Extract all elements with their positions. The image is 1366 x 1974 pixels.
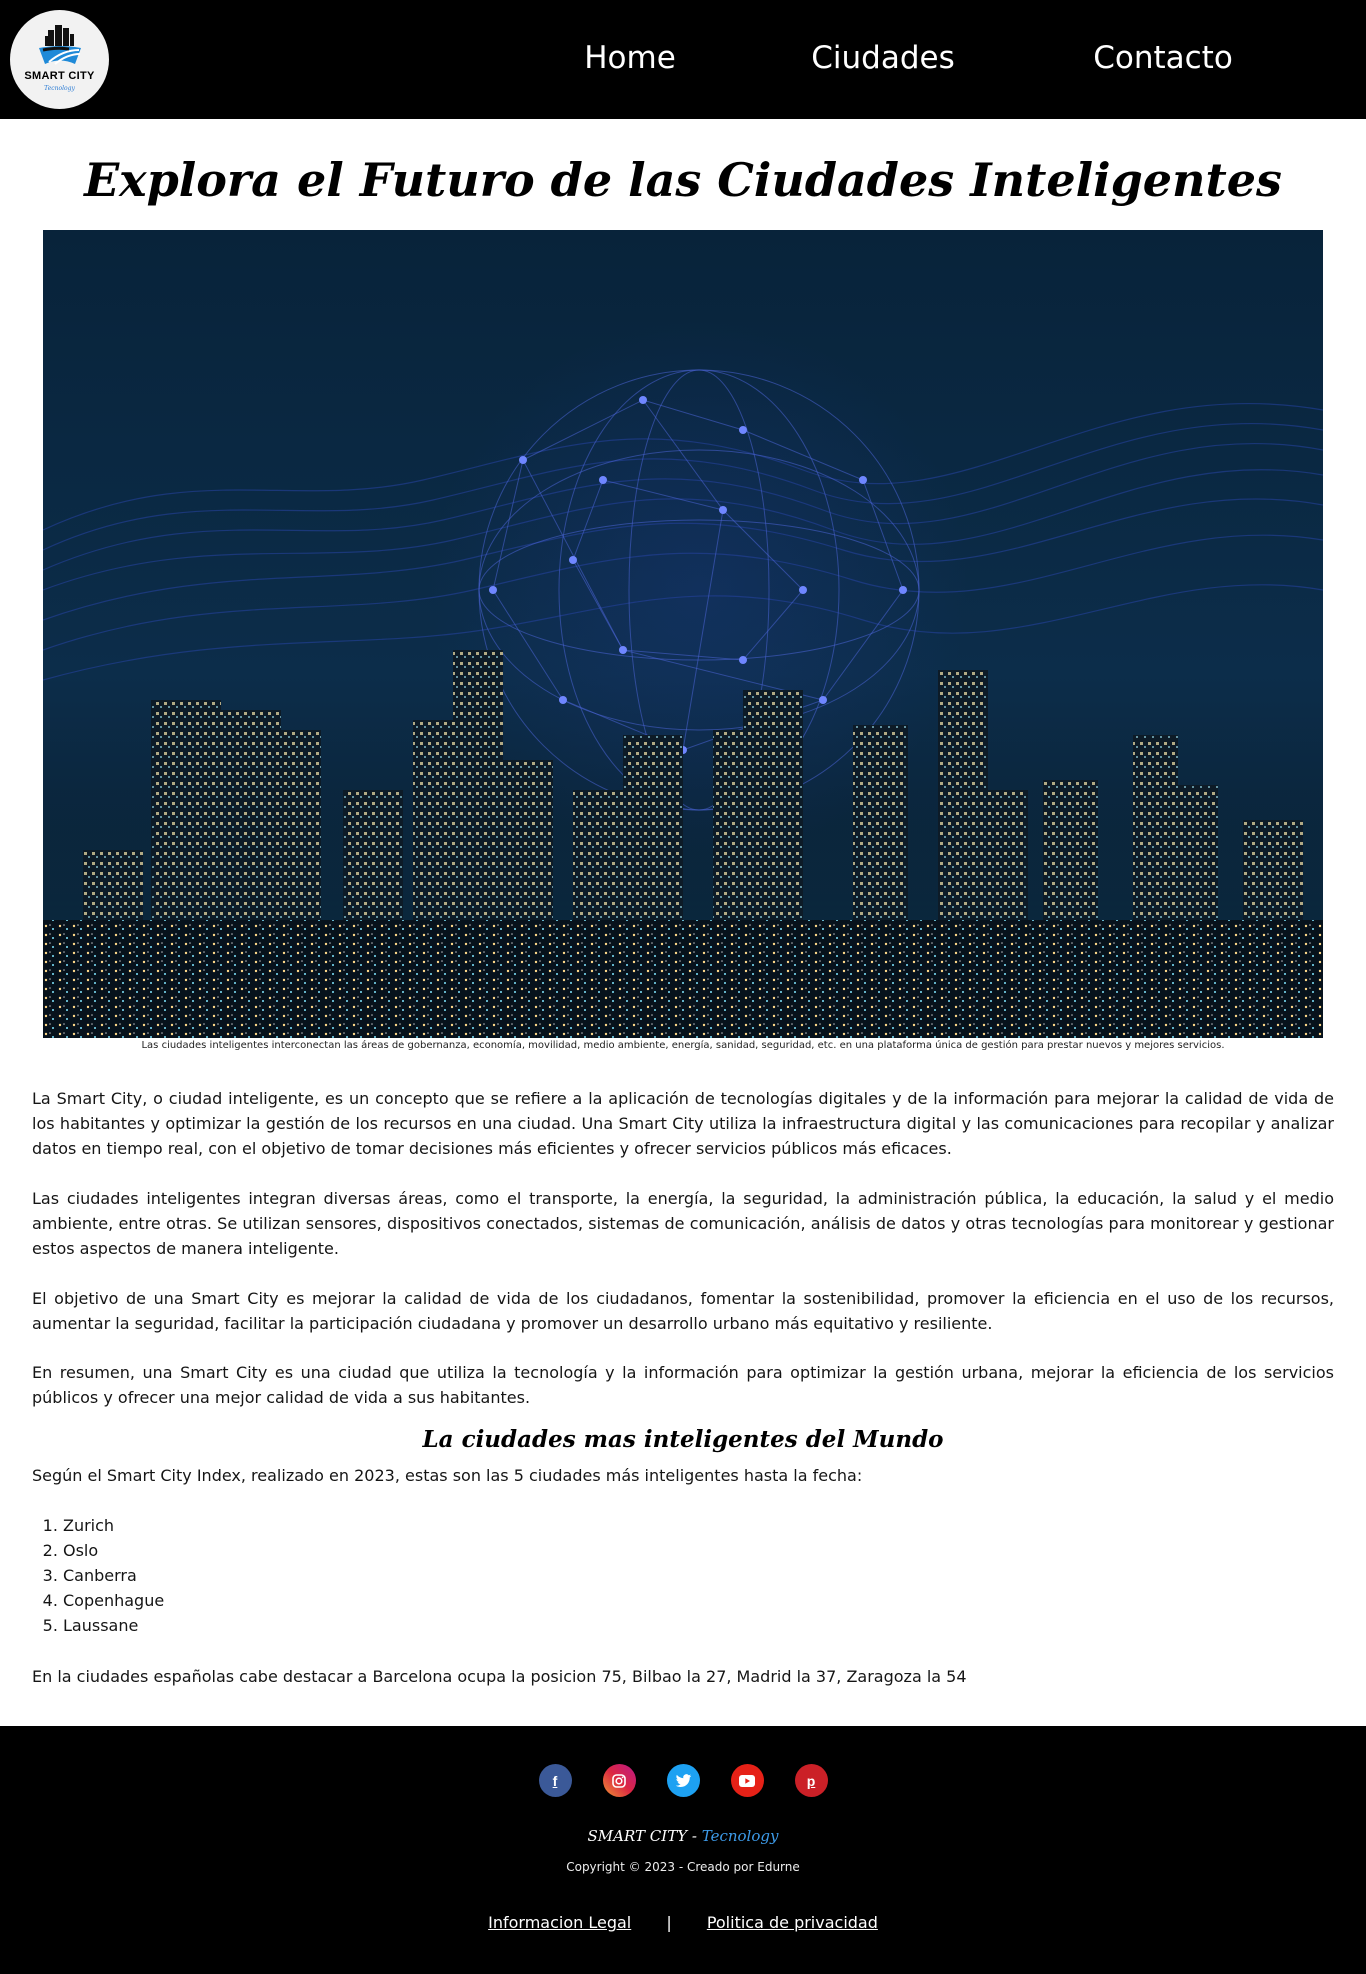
facebook-icon[interactable]: f	[538, 1764, 572, 1797]
youtube-play-icon	[739, 1774, 755, 1787]
list-item: Laussane	[63, 1613, 164, 1638]
nav-link-home[interactable]: Home	[584, 38, 676, 78]
pinterest-icon[interactable]: p	[794, 1764, 828, 1797]
footer-brand-accent: Tecnology	[701, 1827, 779, 1845]
site-footer: f p SMART CITY - Tecnology Copyright © 2…	[0, 1726, 1366, 1974]
legal-link-separator: |	[666, 1913, 672, 1932]
legal-info-link[interactable]: Informacion Legal	[488, 1913, 631, 1932]
main-nav: Home Ciudades Contacto	[0, 0, 1366, 119]
hero-caption: Las ciudades inteligentes interconectan …	[141, 1040, 1225, 1051]
ranking-title: La ciudades mas inteligentes del Mundo	[422, 1426, 944, 1453]
twitter-bird-icon	[675, 1773, 691, 1787]
twitter-icon[interactable]	[666, 1764, 700, 1797]
social-links: f p	[0, 1764, 1366, 1797]
footer-brand-name: SMART CITY	[587, 1827, 688, 1845]
list-item: Copenhague	[63, 1588, 164, 1613]
hero-smart-city-image	[43, 230, 1323, 1038]
youtube-icon[interactable]	[730, 1764, 764, 1797]
footer-brand: SMART CITY - Tecnology	[0, 1826, 1366, 1846]
page-title: Explora el Futuro de las Ciudades Inteli…	[84, 153, 1282, 207]
instagram-icon[interactable]	[602, 1764, 636, 1797]
site-header: SMART CITY Tecnology Home Ciudades Conta…	[0, 0, 1366, 119]
spanish-cities-note: En la ciudades españolas cabe destacar a…	[32, 1667, 967, 1686]
instagram-glyph-icon	[612, 1773, 626, 1788]
footer-brand-separator: -	[687, 1827, 702, 1845]
summary-paragraph: En resumen, una Smart City es una ciudad…	[32, 1363, 1334, 1407]
copyright-text: Copyright © 2023 - Creado por Edurne	[566, 1860, 800, 1874]
main-content: Explora el Futuro de las Ciudades Inteli…	[0, 119, 1366, 1726]
list-item: Zurich	[63, 1513, 164, 1538]
nav-link-ciudades[interactable]: Ciudades	[811, 38, 954, 78]
city-ranking-list: Zurich Oslo Canberra Copenhague Laussane	[32, 1513, 164, 1638]
ranking-intro: Según el Smart City Index, realizado en …	[32, 1466, 863, 1485]
list-item: Oslo	[63, 1538, 164, 1563]
legal-links: Informacion Legal | Politica de privacid…	[0, 1912, 1366, 1934]
intro-paragraph: La Smart City, o ciudad inteligente, es …	[32, 1089, 1334, 1158]
list-item: Canberra	[63, 1563, 164, 1588]
areas-paragraph: Las ciudades inteligentes integran diver…	[32, 1189, 1334, 1258]
nav-link-contacto[interactable]: Contacto	[1093, 38, 1233, 78]
privacy-policy-link[interactable]: Politica de privacidad	[707, 1913, 878, 1932]
objective-paragraph: El objetivo de una Smart City es mejorar…	[32, 1289, 1334, 1333]
